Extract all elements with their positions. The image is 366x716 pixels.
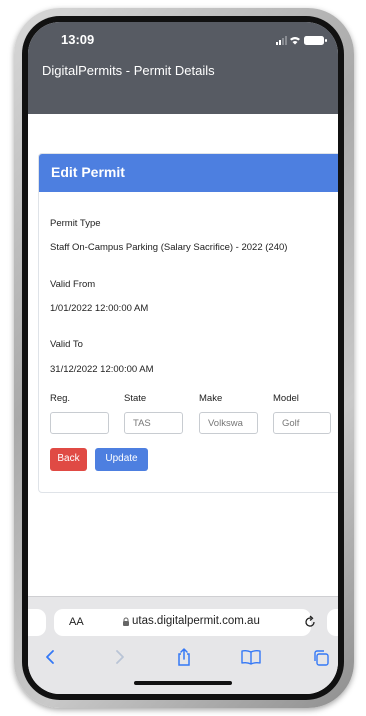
status-icons <box>276 36 327 45</box>
text-size-button[interactable]: AA <box>69 616 84 628</box>
next-tab-sliver[interactable] <box>327 609 338 636</box>
make-input[interactable]: Volkswa <box>199 412 258 434</box>
tabs-icon[interactable] <box>312 649 330 667</box>
permit-type-value: Staff On-Campus Parking (Salary Sacrific… <box>50 242 288 253</box>
reload-icon[interactable] <box>303 615 317 629</box>
valid-from-value: 1/01/2022 12:00:00 AM <box>50 303 149 314</box>
card-title: Edit Permit <box>51 164 125 180</box>
url-text[interactable]: utas.digitalpermit.com.au <box>132 615 260 627</box>
battery-icon <box>304 36 324 45</box>
model-input[interactable]: Golf <box>273 412 331 434</box>
back-button[interactable]: Back <box>50 448 87 471</box>
valid-to-value: 31/12/2022 12:00:00 AM <box>50 364 154 375</box>
bookmarks-icon[interactable] <box>240 649 262 665</box>
address-bar[interactable]: AA utas.digitalpermit.com.au <box>54 609 315 636</box>
reg-label: Reg. <box>50 393 71 404</box>
valid-to-label: Valid To <box>50 339 83 350</box>
app-bar: DigitalPermits - Permit Details <box>28 58 338 114</box>
share-icon[interactable] <box>176 647 192 667</box>
phone-screen: 13:09 DigitalPermits - Permit Details Ed… <box>28 22 338 694</box>
state-label: State <box>124 393 147 404</box>
state-input[interactable]: TAS <box>124 412 183 434</box>
wifi-icon <box>290 37 300 45</box>
forward-chevron-icon[interactable] <box>112 649 126 665</box>
previous-tab-sliver[interactable] <box>28 609 46 636</box>
status-bar: 13:09 <box>28 22 338 58</box>
back-chevron-icon[interactable] <box>44 649 58 665</box>
home-indicator <box>134 681 232 685</box>
make-label: Make <box>199 393 223 404</box>
status-time: 13:09 <box>61 32 95 47</box>
safari-toolbar: AA utas.digitalpermit.com.au <box>28 596 338 694</box>
signal-icon <box>276 42 278 45</box>
lock-icon <box>123 617 129 626</box>
valid-from-label: Valid From <box>50 279 96 290</box>
permit-type-label: Permit Type <box>50 218 101 229</box>
page-title: DigitalPermits - Permit Details <box>42 63 215 78</box>
model-label: Model <box>273 393 299 404</box>
edit-permit-card: Edit Permit Permit Type Staff On-Campus … <box>38 153 338 493</box>
reg-input[interactable] <box>50 412 109 434</box>
update-button[interactable]: Update <box>95 448 148 471</box>
card-header: Edit Permit <box>39 154 338 192</box>
